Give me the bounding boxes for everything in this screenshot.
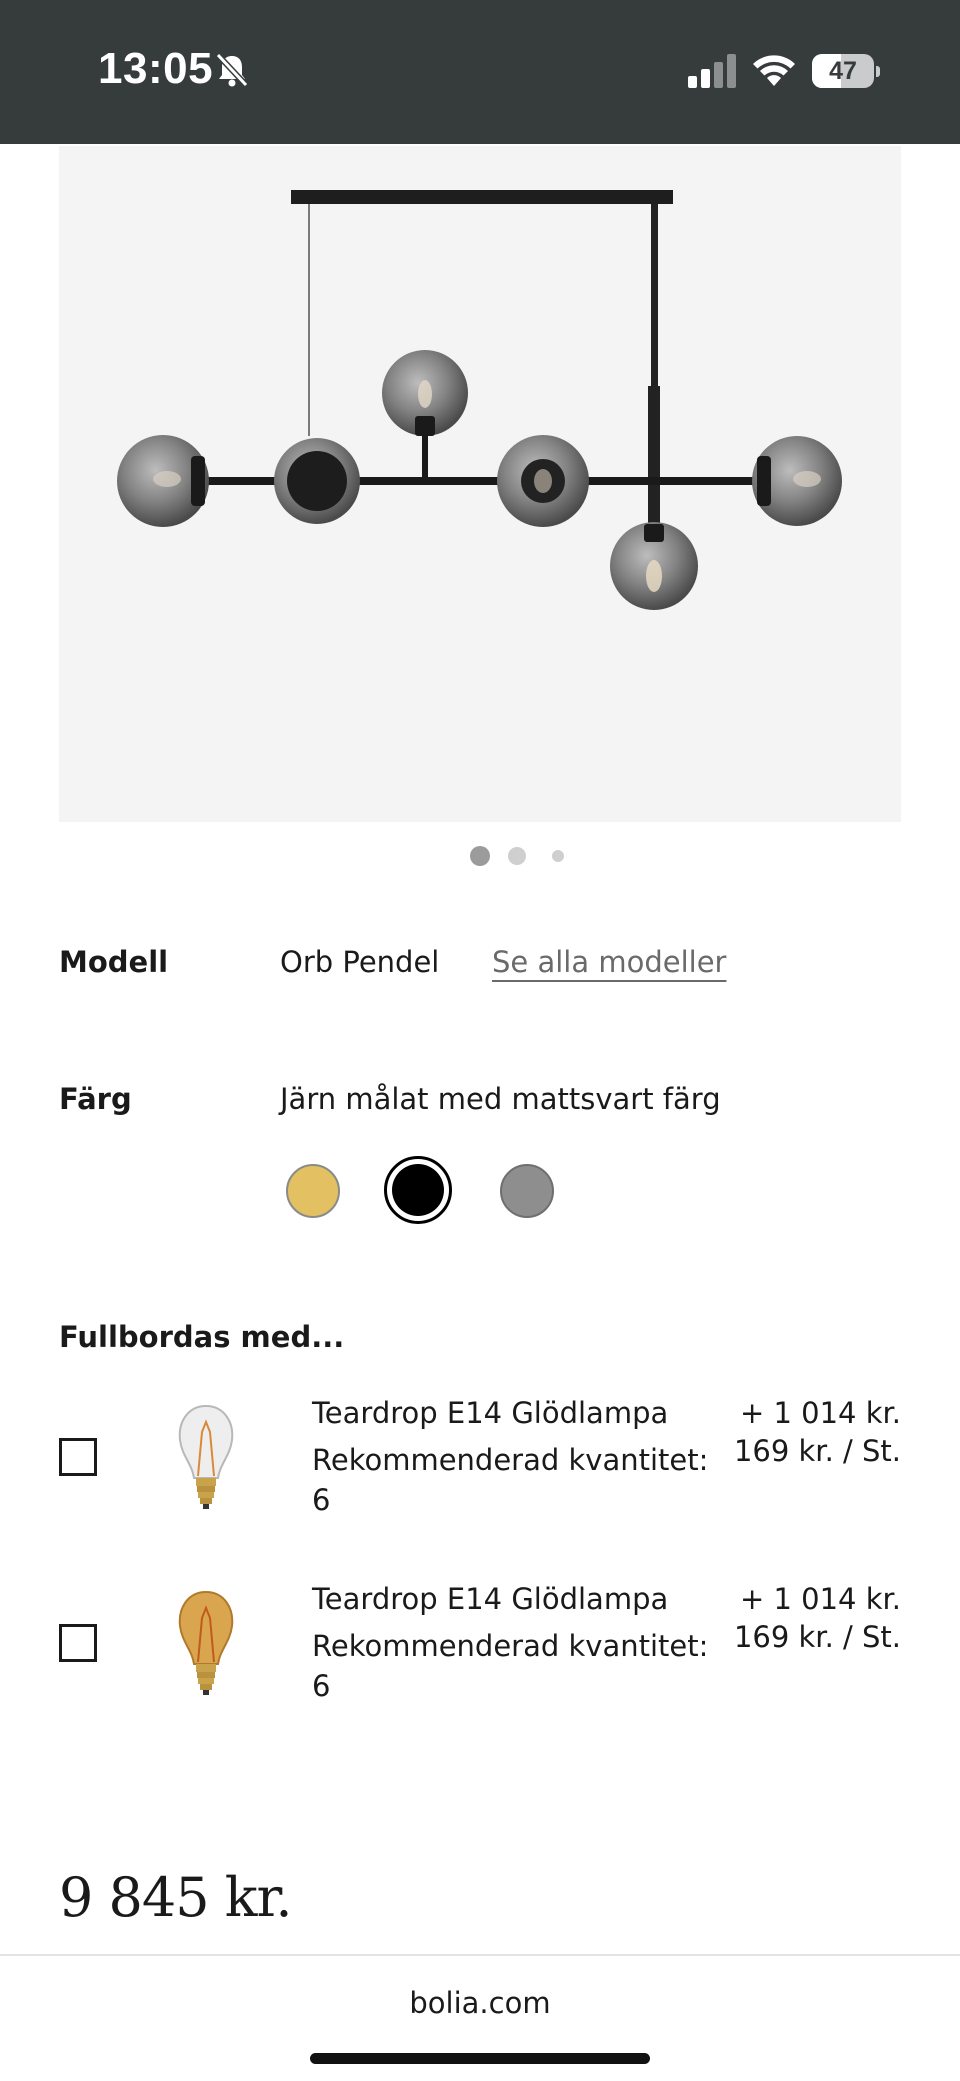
clear-bulb-icon (178, 1404, 234, 1509)
accessories-title: Fullbordas med... (59, 1320, 345, 1354)
model-value: Orb Pendel (280, 945, 440, 979)
color-value: Järn målat med mattsvart färg (280, 1082, 721, 1116)
model-label: Modell (59, 945, 169, 979)
accessory-unit-price-2: 169 kr. / St. (733, 1620, 901, 1654)
swatch-grey[interactable] (500, 1164, 554, 1218)
signal-icon (688, 54, 736, 88)
color-label: Färg (59, 1082, 132, 1116)
amber-bulb-icon (178, 1590, 234, 1695)
carousel-dot-1[interactable] (470, 846, 490, 866)
carousel-dot-2[interactable] (508, 847, 526, 865)
accessory-recommended-1: Rekommenderad kvantitet: 6 (312, 1443, 709, 1517)
accessory-name-1: Teardrop E14 Glödlampa (312, 1396, 669, 1430)
globe-center (497, 435, 589, 527)
battery-level: 47 (829, 57, 857, 85)
accessory-name-2: Teardrop E14 Glödlampa (312, 1582, 669, 1616)
swatch-black[interactable] (384, 1156, 452, 1224)
product-image[interactable] (59, 146, 901, 822)
status-time: 13:05 (98, 44, 214, 93)
globe-far-left (117, 435, 209, 527)
battery-icon: 47 (812, 54, 880, 88)
globe-left (274, 438, 360, 524)
pendant-lamp-image (117, 190, 842, 610)
browser-url[interactable]: bolia.com (0, 1986, 960, 2020)
wifi-icon (753, 55, 795, 86)
accessory-total-price-1: + 1 014 kr. (739, 1396, 901, 1430)
bell-slash-icon (215, 52, 249, 88)
accessory-checkbox-1[interactable] (59, 1438, 97, 1476)
accessory-recommended-2: Rekommenderad kvantitet: 6 (312, 1629, 709, 1703)
carousel-dot-3[interactable] (552, 850, 564, 862)
globe-far-right (752, 436, 842, 526)
swatch-gold[interactable] (286, 1164, 340, 1218)
globe-hanging (610, 522, 698, 610)
globe-top (382, 350, 468, 436)
browser-bottom-bar: bolia.com (0, 1954, 960, 2081)
accessory-total-price-2: + 1 014 kr. (739, 1582, 901, 1616)
total-price: 9 845 kr. (59, 1866, 293, 1929)
home-indicator[interactable] (310, 2053, 650, 2064)
see-all-models-link[interactable]: Se alla modeller (492, 945, 726, 979)
carousel-dots (0, 846, 960, 866)
accessory-checkbox-2[interactable] (59, 1624, 97, 1662)
status-bar: 13:05 47 (0, 0, 960, 144)
accessory-unit-price-1: 169 kr. / St. (733, 1434, 901, 1468)
